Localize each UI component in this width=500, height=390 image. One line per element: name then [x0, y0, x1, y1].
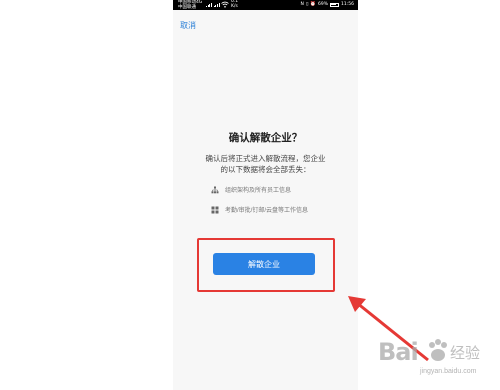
- wifi-icon: [221, 1, 229, 8]
- baidu-paw-icon: [429, 339, 447, 361]
- status-right: N ▯ ⏰ 69% 11:56: [301, 2, 354, 7]
- watermark-brand: Bai: [378, 338, 419, 366]
- status-time: 11:56: [341, 2, 354, 7]
- signal-icon: [206, 2, 220, 7]
- alarm-icon: ⏰: [310, 2, 317, 7]
- net-speed: 0.1 K/s: [231, 0, 238, 9]
- dialog-title: 确认解散企业？: [228, 132, 303, 144]
- phone-screen: 中国移动4G 中国联通 0.1 K/s N ▯ ⏰ 69% 11:56 取消 确…: [173, 0, 358, 390]
- description-line-2: 的以下数据将会全部丢失：: [220, 165, 311, 174]
- left-margin: [0, 0, 173, 390]
- carrier-info: 中国移动4G 中国联通: [178, 0, 202, 10]
- baidu-watermark: Bai 经验 jingyan.baidu.com: [370, 332, 495, 384]
- feature-label: 组织架构及所有员工信息: [225, 188, 292, 194]
- cancel-button[interactable]: 取消: [180, 20, 196, 31]
- battery-icon: [330, 2, 340, 7]
- dialog-description: 确认后将正式进入解散流程，您企业 的以下数据将会全部丢失：: [183, 153, 348, 175]
- feature-item-work: 考勤/审批/钉邮/云盘等工作信息: [211, 205, 308, 214]
- grid-apps-icon: [211, 206, 219, 213]
- vibrate-icon: ▯: [305, 2, 309, 7]
- nfc-icon: N: [300, 2, 304, 7]
- org-chart-icon: [211, 186, 219, 193]
- annotation-highlight-box: [197, 238, 335, 292]
- carrier-line-2: 中国联通: [178, 5, 196, 10]
- feature-label: 考勤/审批/钉邮/云盘等工作信息: [225, 208, 309, 214]
- description-line-1: 确认后将正式进入解散流程，您企业: [205, 154, 326, 163]
- watermark-url: jingyan.baidu.com: [420, 368, 477, 375]
- feature-item-org: 组织架构及所有员工信息: [211, 185, 291, 194]
- watermark-brand-cn: 经验: [450, 345, 481, 362]
- net-speed-unit: K/s: [231, 3, 238, 9]
- status-bar: 中国移动4G 中国联通 0.1 K/s N ▯ ⏰ 69% 11:56: [173, 0, 358, 10]
- battery-percent: 69%: [318, 2, 329, 7]
